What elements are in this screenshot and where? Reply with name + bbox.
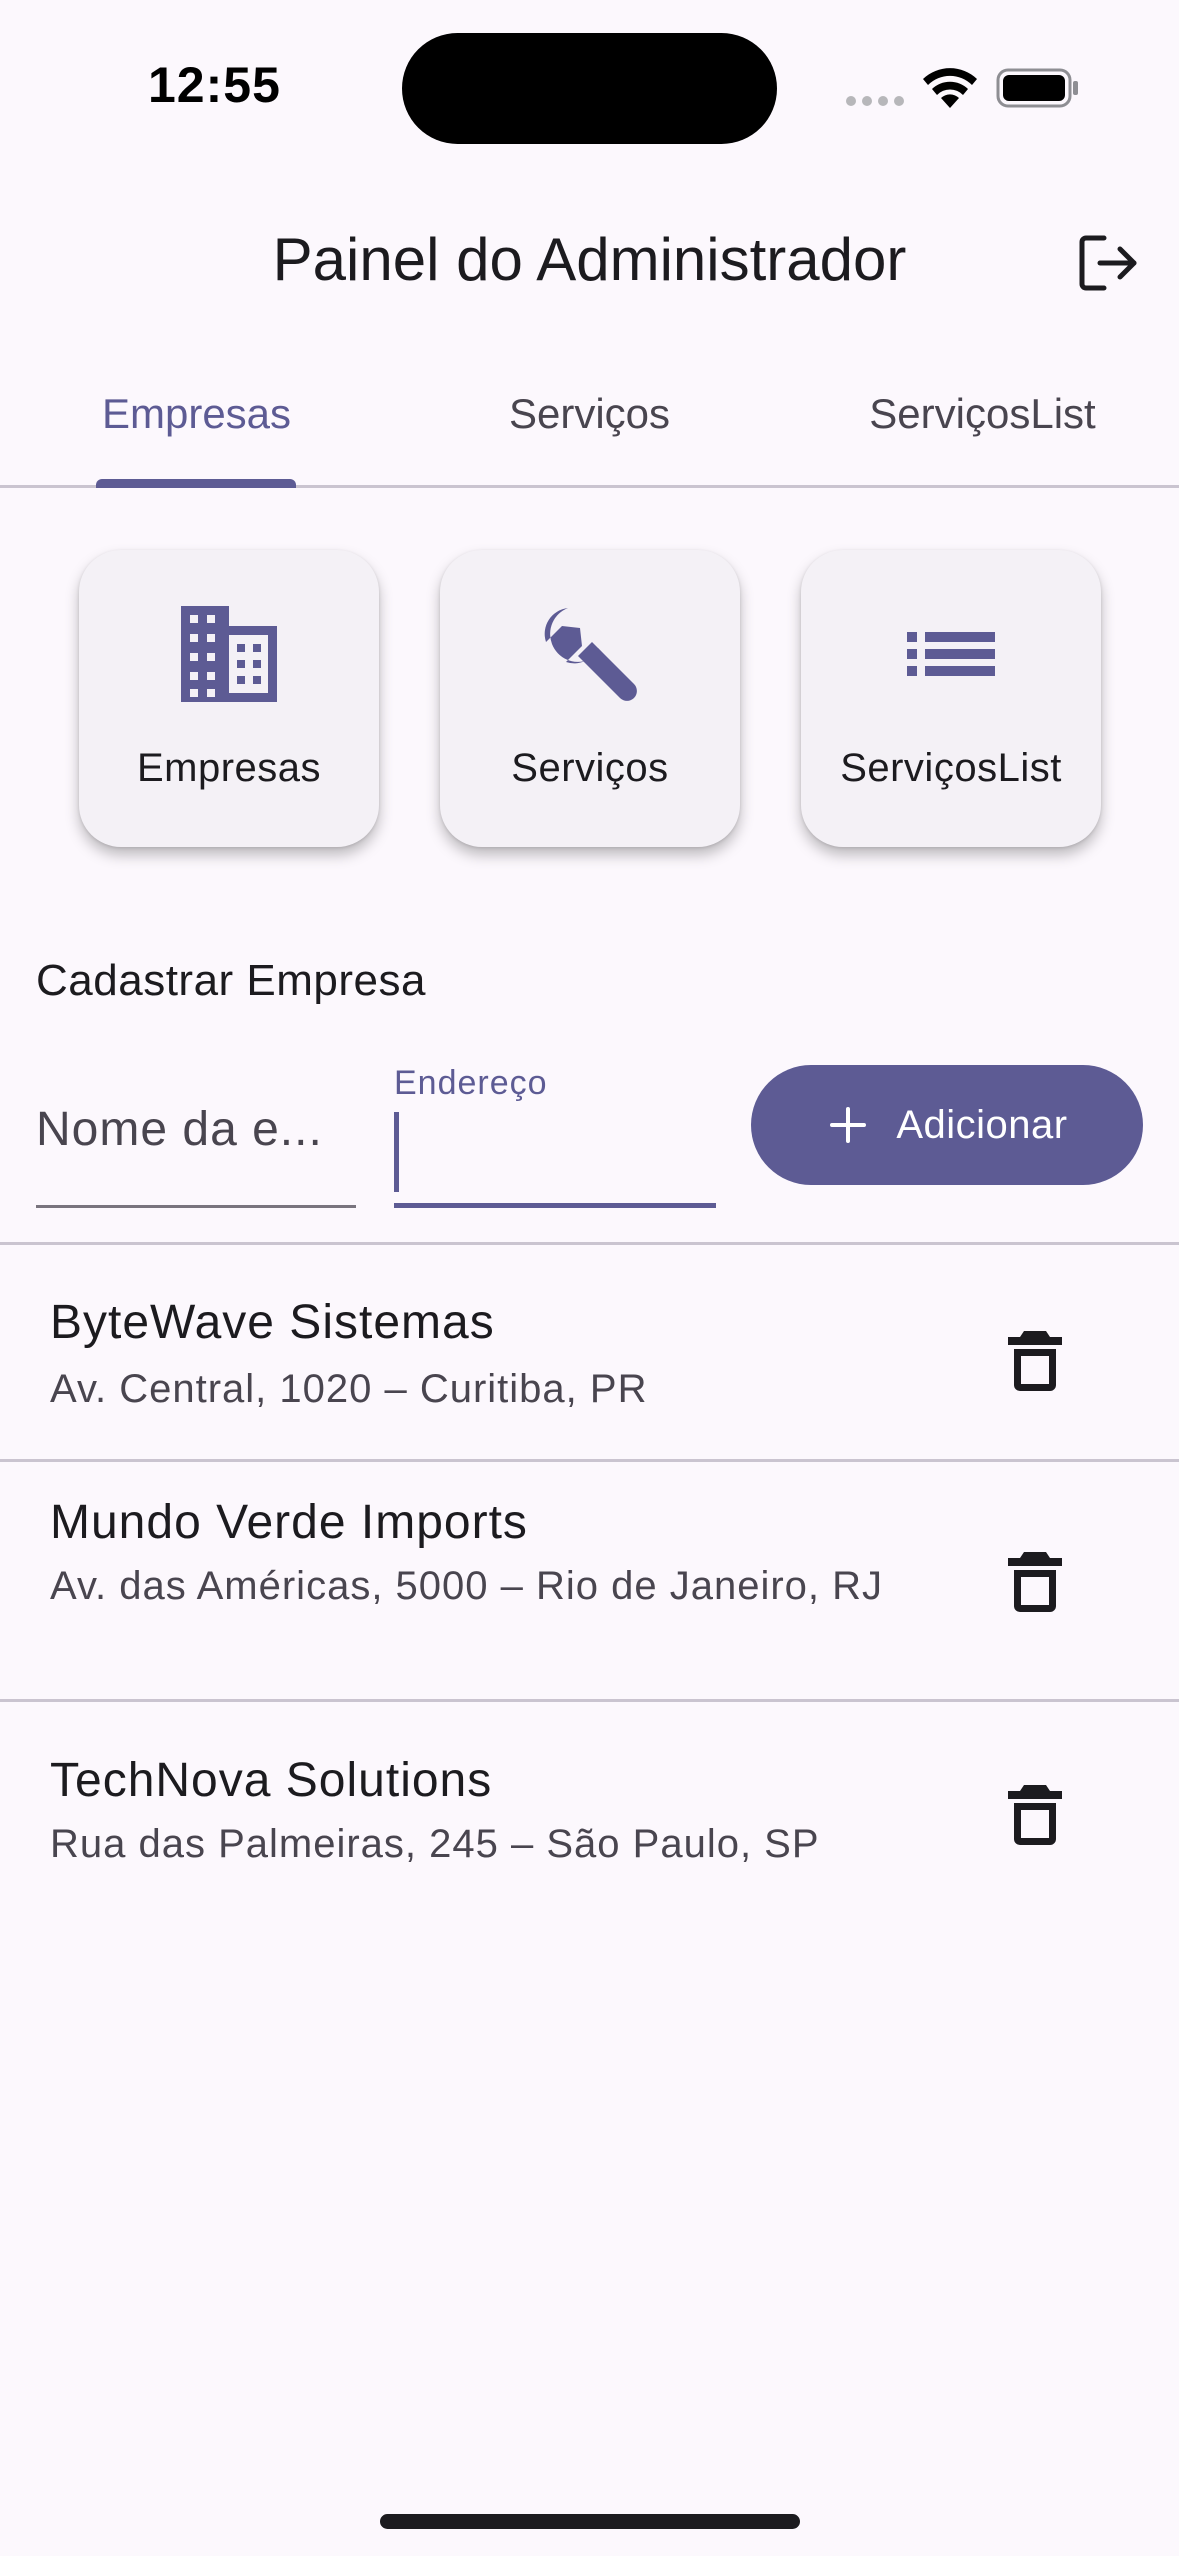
company-address: Av. das Américas, 5000 – Rio de Janeiro,… <box>50 1564 884 1608</box>
cellular-signal-icon <box>846 96 904 106</box>
list-icon <box>907 632 995 676</box>
add-button-label: Adicionar <box>896 1102 1068 1147</box>
company-name: Mundo Verde Imports <box>50 1496 528 1549</box>
admin-screen: 12:55 Painel do Administrador Empresas S… <box>0 0 1179 2556</box>
tab-bar: Empresas Serviços ServiçosList <box>0 360 1179 488</box>
text-cursor <box>394 1112 399 1192</box>
battery-icon <box>996 68 1078 108</box>
company-name: TechNova Solutions <box>50 1754 493 1807</box>
tab-label: Serviços <box>508 390 671 437</box>
status-time: 12:55 <box>148 57 281 113</box>
delete-icon[interactable] <box>1000 1546 1070 1616</box>
dynamic-island <box>402 33 777 144</box>
tab-label: Empresas <box>101 390 292 437</box>
plus-icon <box>830 1107 867 1143</box>
tab-empresas[interactable]: Empresas <box>0 360 393 488</box>
wifi-icon <box>923 68 977 108</box>
list-item: ByteWave Sistemas Av. Central, 1020 – Cu… <box>0 1245 1179 1459</box>
delete-icon[interactable] <box>1000 1325 1070 1395</box>
address-field[interactable]: Endereço <box>394 1060 716 1208</box>
list-item: TechNova Solutions Rua das Palmeiras, 24… <box>0 1702 1179 1902</box>
building-icon <box>181 606 277 702</box>
home-indicator[interactable] <box>380 2514 800 2529</box>
section-title: Cadastrar Empresa <box>36 956 426 1005</box>
active-tab-indicator <box>96 479 296 488</box>
company-address: Rua das Palmeiras, 245 – São Paulo, SP <box>50 1822 820 1866</box>
list-item: Mundo Verde Imports Av. das Américas, 50… <box>0 1462 1179 1699</box>
tab-label: ServiçosList <box>869 390 1096 437</box>
logout-icon[interactable] <box>1074 230 1140 296</box>
wrench-icon <box>544 608 637 701</box>
shortcut-card-servicos[interactable]: Serviços <box>440 550 740 847</box>
address-field-label: Endereço <box>394 1064 548 1102</box>
add-company-button[interactable]: Adicionar <box>751 1065 1143 1185</box>
delete-icon[interactable] <box>1000 1779 1070 1849</box>
tab-servicos[interactable]: Serviços <box>393 360 786 485</box>
shortcut-card-empresas[interactable]: Empresas <box>79 550 379 847</box>
company-name-placeholder: Nome da e... <box>36 1103 323 1156</box>
shortcut-label: ServiçosList <box>840 746 1062 790</box>
company-name: ByteWave Sistemas <box>50 1296 495 1349</box>
company-name-field[interactable]: Nome da e... <box>36 1060 356 1208</box>
company-address: Av. Central, 1020 – Curitiba, PR <box>50 1367 648 1411</box>
shortcut-label: Serviços <box>511 746 669 790</box>
shortcut-label: Empresas <box>136 746 322 790</box>
page-title: Painel do Administrador <box>272 226 907 293</box>
tab-servicos-list[interactable]: ServiçosList <box>786 360 1179 485</box>
shortcut-card-servicos-list[interactable]: ServiçosList <box>801 550 1101 847</box>
